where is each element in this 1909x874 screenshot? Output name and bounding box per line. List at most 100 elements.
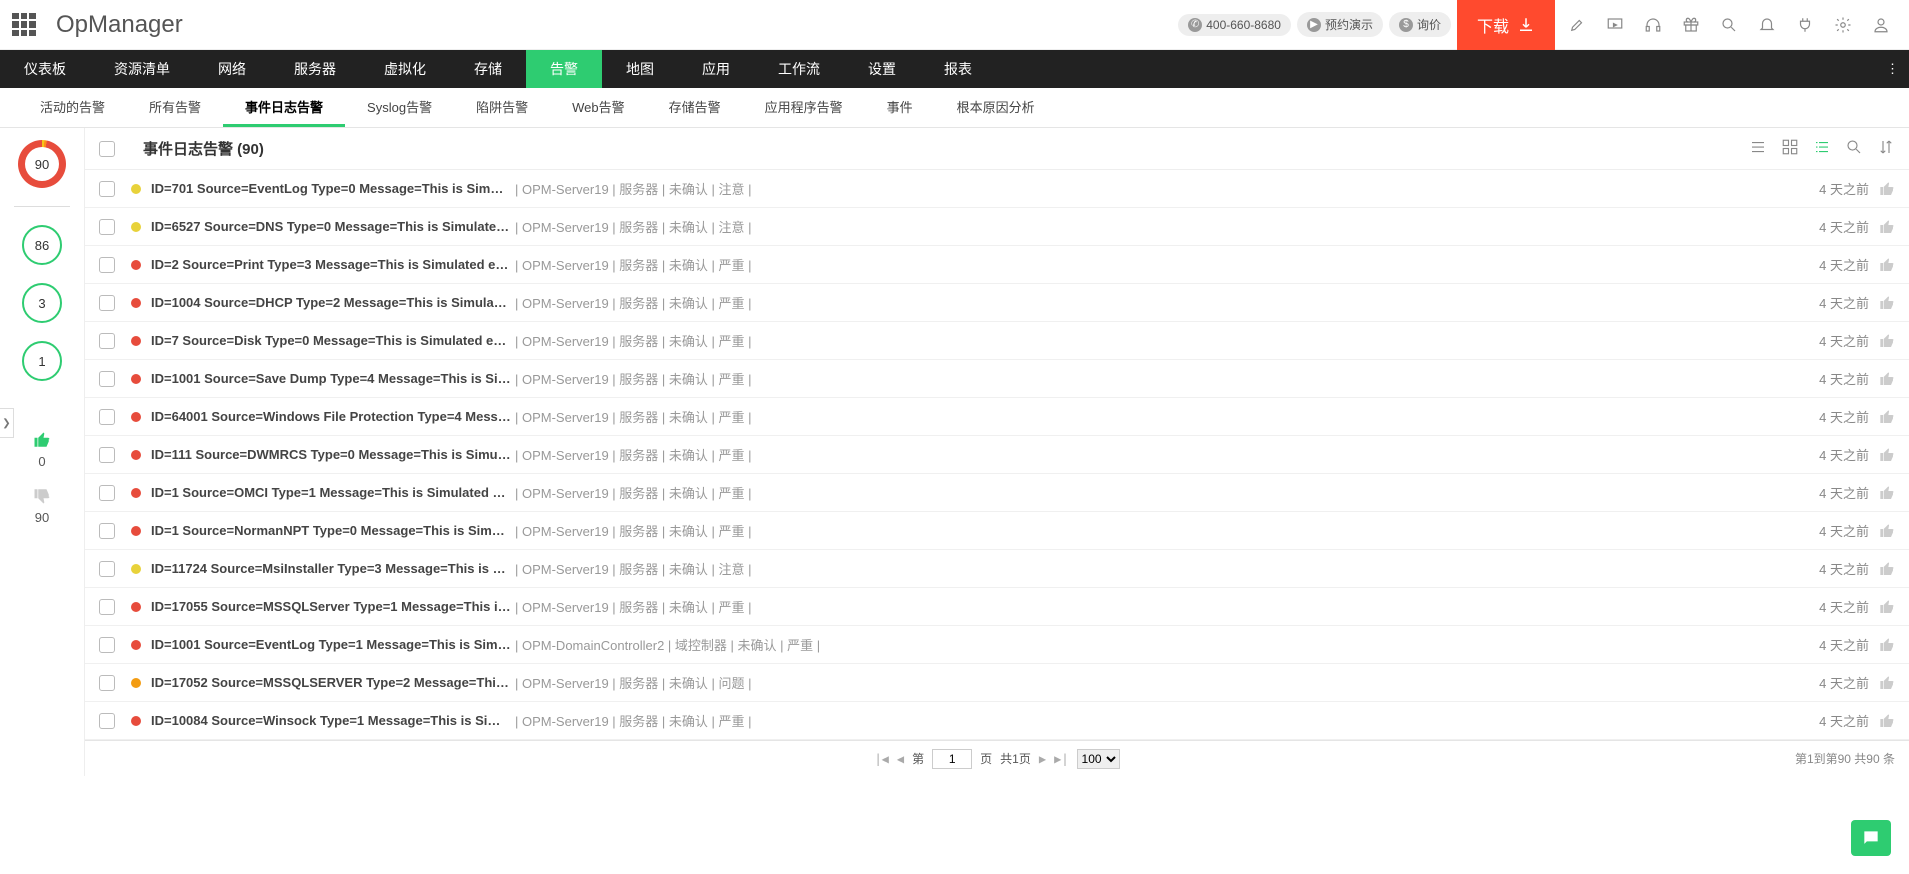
row-checkbox[interactable] [99,295,115,311]
phone-pill[interactable]: ✆400-660-8680 [1178,14,1291,36]
row-thumbs-up-icon[interactable] [1879,333,1895,349]
subnav-item[interactable]: 根本原因分析 [935,88,1057,127]
quote-pill[interactable]: $询价 [1389,12,1451,37]
sort-icon[interactable] [1877,138,1895,159]
thumbs-up-count[interactable]: 0 [33,431,51,469]
mainnav-item[interactable]: 虚拟化 [360,50,450,88]
row-checkbox[interactable] [99,599,115,615]
pager-page-input[interactable] [932,749,972,769]
subnav-item[interactable]: 事件 [865,88,935,127]
row-thumbs-up-icon[interactable] [1879,523,1895,539]
search-icon[interactable] [1719,15,1739,35]
row-thumbs-up-icon[interactable] [1879,181,1895,197]
view-grid-icon[interactable] [1781,138,1799,159]
user-icon[interactable] [1871,15,1891,35]
severity-count-2[interactable]: 3 [22,283,62,323]
mainnav-more-icon[interactable]: ⋮ [1876,50,1909,88]
thumbs-down-count[interactable]: 90 [33,487,51,525]
row-checkbox[interactable] [99,447,115,463]
severity-count-3[interactable]: 1 [22,341,62,381]
row-thumbs-up-icon[interactable] [1879,409,1895,425]
apps-grid-icon[interactable] [12,13,36,37]
alarm-row[interactable]: ID=111 Source=DWMRCS Type=0 Message=This… [85,436,1909,474]
mainnav-item[interactable]: 设置 [844,50,920,88]
select-all-checkbox[interactable] [99,141,115,157]
subnav-item[interactable]: 陷阱告警 [454,88,550,127]
row-checkbox[interactable] [99,333,115,349]
rocket-icon[interactable] [1567,15,1587,35]
severity-count-1[interactable]: 86 [22,225,62,265]
chat-fab[interactable] [1851,820,1891,856]
alarm-row[interactable]: ID=1001 Source=EventLog Type=1 Message=T… [85,626,1909,664]
row-thumbs-up-icon[interactable] [1879,599,1895,615]
demo-pill[interactable]: ▶预约演示 [1297,12,1383,37]
row-thumbs-up-icon[interactable] [1879,219,1895,235]
pager-first[interactable]: |◀ [874,752,888,766]
gift-icon[interactable] [1681,15,1701,35]
alarm-row[interactable]: ID=7 Source=Disk Type=0 Message=This is … [85,322,1909,360]
bell-icon[interactable] [1757,15,1777,35]
row-thumbs-up-icon[interactable] [1879,713,1895,729]
subnav-item[interactable]: 所有告警 [127,88,223,127]
alarm-row[interactable]: ID=1 Source=OMCI Type=1 Message=This is … [85,474,1909,512]
mainnav-item[interactable]: 应用 [678,50,754,88]
pager-next[interactable]: ▶ [1039,752,1046,766]
alarm-row[interactable]: ID=17052 Source=MSSQLSERVER Type=2 Messa… [85,664,1909,702]
subnav-item[interactable]: 应用程序告警 [743,88,865,127]
view-list-icon[interactable] [1749,138,1767,159]
subnav-item[interactable]: 存储告警 [647,88,743,127]
alarm-row[interactable]: ID=1 Source=NormanNPT Type=0 Message=Thi… [85,512,1909,550]
row-checkbox[interactable] [99,485,115,501]
alarm-row[interactable]: ID=1001 Source=Save Dump Type=4 Message=… [85,360,1909,398]
subnav-item[interactable]: 活动的告警 [18,88,127,127]
headset-icon[interactable] [1643,15,1663,35]
mainnav-item[interactable]: 资源清单 [90,50,194,88]
mainnav-item[interactable]: 工作流 [754,50,844,88]
row-checkbox[interactable] [99,219,115,235]
view-detail-icon[interactable] [1813,138,1831,159]
pager-prev[interactable]: ◀ [897,752,904,766]
download-button[interactable]: 下载 [1457,0,1555,50]
row-checkbox[interactable] [99,675,115,691]
total-donut[interactable]: 90 [18,140,66,188]
row-checkbox[interactable] [99,561,115,577]
alarm-row[interactable]: ID=11724 Source=MsiInstaller Type=3 Mess… [85,550,1909,588]
subnav-item[interactable]: Web告警 [550,88,647,127]
alarm-row[interactable]: ID=17055 Source=MSSQLServer Type=1 Messa… [85,588,1909,626]
subnav-item[interactable]: Syslog告警 [345,88,454,127]
row-thumbs-up-icon[interactable] [1879,485,1895,501]
pager-size-select[interactable]: 100 [1077,749,1120,769]
gear-icon[interactable] [1833,15,1853,35]
mainnav-item[interactable]: 地图 [602,50,678,88]
row-thumbs-up-icon[interactable] [1879,637,1895,653]
row-checkbox[interactable] [99,257,115,273]
presentation-icon[interactable] [1605,15,1625,35]
row-thumbs-up-icon[interactable] [1879,447,1895,463]
mainnav-item[interactable]: 告警 [526,50,602,88]
alarm-row[interactable]: ID=6527 Source=DNS Type=0 Message=This i… [85,208,1909,246]
subnav-item[interactable]: 事件日志告警 [223,88,345,127]
row-checkbox[interactable] [99,371,115,387]
mainnav-item[interactable]: 报表 [920,50,996,88]
alarm-row[interactable]: ID=10084 Source=Winsock Type=1 Message=T… [85,702,1909,740]
mainnav-item[interactable]: 存储 [450,50,526,88]
alarm-row[interactable]: ID=64001 Source=Windows File Protection … [85,398,1909,436]
expand-sidebar-tab[interactable]: ❯ [0,408,14,438]
row-checkbox[interactable] [99,637,115,653]
alarm-row[interactable]: ID=2 Source=Print Type=3 Message=This is… [85,246,1909,284]
mainnav-item[interactable]: 服务器 [270,50,360,88]
mainnav-item[interactable]: 仪表板 [0,50,90,88]
row-thumbs-up-icon[interactable] [1879,371,1895,387]
alarm-row[interactable]: ID=1004 Source=DHCP Type=2 Message=This … [85,284,1909,322]
row-checkbox[interactable] [99,409,115,425]
row-thumbs-up-icon[interactable] [1879,295,1895,311]
alarm-row[interactable]: ID=701 Source=EventLog Type=0 Message=Th… [85,170,1909,208]
filter-search-icon[interactable] [1845,138,1863,159]
row-checkbox[interactable] [99,523,115,539]
mainnav-item[interactable]: 网络 [194,50,270,88]
row-thumbs-up-icon[interactable] [1879,675,1895,691]
pager-last[interactable]: ▶| [1054,752,1068,766]
row-thumbs-up-icon[interactable] [1879,561,1895,577]
row-thumbs-up-icon[interactable] [1879,257,1895,273]
row-checkbox[interactable] [99,713,115,729]
